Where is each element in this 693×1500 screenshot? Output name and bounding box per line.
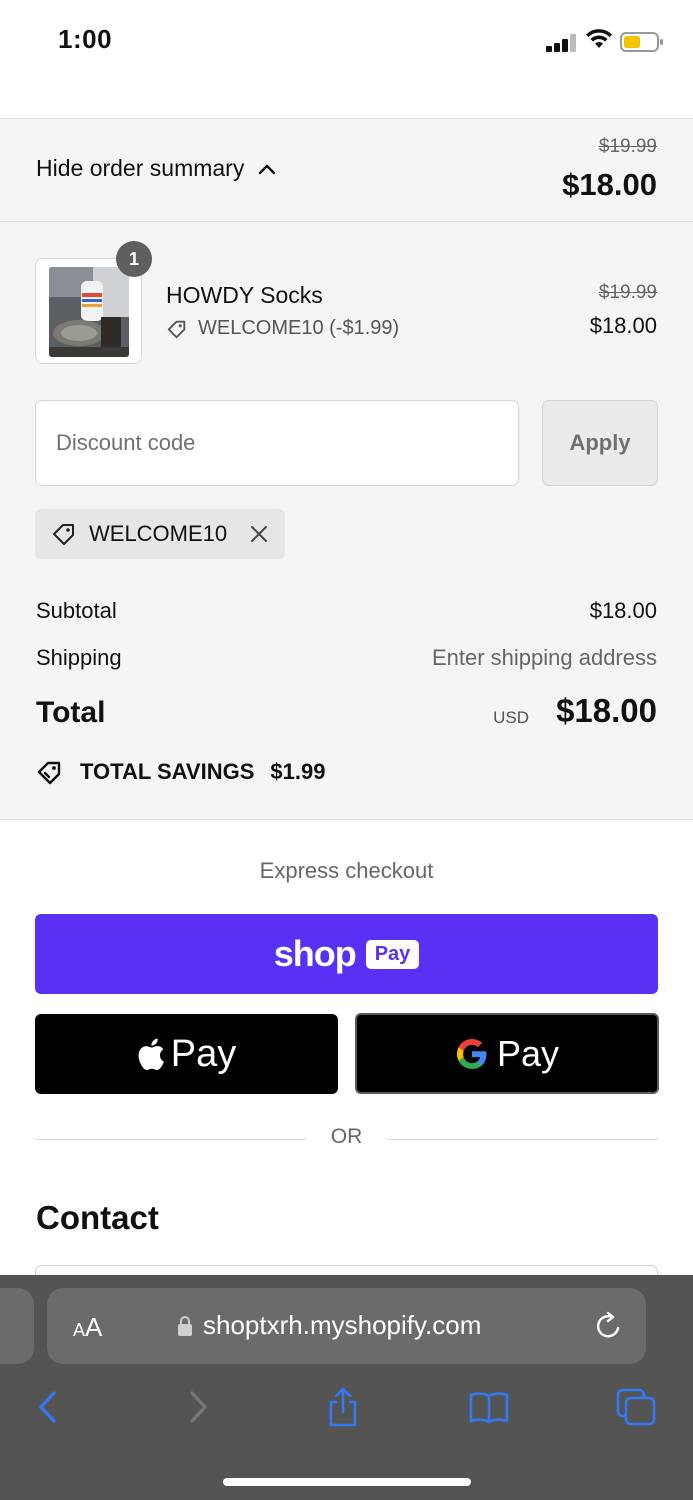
hide-order-summary-toggle[interactable]: Hide order summary	[36, 155, 276, 182]
chevron-left-icon	[39, 1391, 56, 1423]
or-label: OR	[330, 1125, 363, 1148]
reader-aa-button[interactable]: AA	[73, 1312, 102, 1343]
chevron-right-icon	[190, 1391, 207, 1423]
product-name: HOWDY Socks	[166, 282, 323, 308]
quantity-badge: 1	[116, 241, 152, 277]
close-icon	[251, 526, 268, 542]
chevron-up-icon	[259, 164, 276, 174]
total-value: $18.00	[556, 692, 657, 729]
google-g-logo-icon	[456, 1038, 487, 1069]
forward-button[interactable]	[176, 1385, 220, 1429]
product-discount: WELCOME10 (-$1.99)	[166, 317, 399, 340]
product-image	[49, 267, 129, 357]
contact-heading: Contact	[36, 1199, 159, 1236]
google-pay-label: Pay	[496, 1032, 560, 1074]
book-icon	[469, 1392, 509, 1424]
summary-toggle-label: Hide order summary	[36, 155, 245, 181]
tag-icon	[167, 320, 186, 338]
total-savings: TOTAL SAVINGS $1.99	[36, 758, 325, 786]
previous-tab-preview[interactable]	[0, 1288, 34, 1364]
remove-discount-button[interactable]	[249, 524, 269, 544]
total-currency: USD	[493, 708, 529, 727]
home-indicator	[223, 1478, 471, 1486]
url-text: shoptxrh.myshopify.com	[203, 1310, 482, 1340]
express-checkout-label: Express checkout	[259, 858, 434, 883]
shop-pay-button[interactable]: shop Pay	[35, 914, 658, 994]
shop-pay-wordmark: shop	[273, 933, 357, 974]
product-original-price: $19.99	[598, 282, 657, 303]
product-price: $18.00	[589, 313, 657, 338]
address-bar[interactable]: AA shoptxrh.myshopify.com	[47, 1288, 646, 1364]
battery-icon	[620, 32, 663, 52]
subtotal-label: Subtotal	[36, 598, 117, 623]
apple-pay-button[interactable]: Pay	[35, 1014, 338, 1094]
applied-discount-tag: WELCOME10	[35, 509, 285, 559]
aa-large-label: A	[85, 1312, 103, 1342]
total-label: Total	[36, 696, 106, 729]
lock-icon	[178, 1315, 192, 1336]
apple-logo-icon	[138, 1038, 164, 1071]
apply-discount-button[interactable]: Apply	[542, 400, 658, 486]
tag-icon	[51, 521, 77, 547]
google-pay-button[interactable]: Pay	[355, 1013, 659, 1094]
or-divider: OR	[35, 1125, 658, 1155]
share-icon	[329, 1387, 357, 1427]
tabs-button[interactable]	[614, 1385, 658, 1429]
apple-pay-label: Pay	[170, 1032, 237, 1075]
status-bar: 1:00	[0, 0, 693, 118]
cellular-signal-icon	[546, 34, 578, 52]
total-savings-label: TOTAL SAVINGS	[80, 759, 255, 784]
total-savings-value: $1.99	[270, 759, 326, 784]
share-button[interactable]	[321, 1385, 365, 1429]
url-display[interactable]: shoptxrh.myshopify.com	[177, 1310, 481, 1341]
discount-code-input[interactable]	[35, 400, 519, 486]
reload-icon[interactable]	[594, 1310, 624, 1342]
applied-discount-code: WELCOME10	[89, 521, 228, 546]
order-summary-panel: 1 HOWDY Socks WELCOME10 (-$1.99) $19.99 …	[0, 222, 693, 820]
product-thumbnail: 1	[35, 241, 152, 364]
wifi-icon	[586, 29, 612, 48]
tabs-icon	[616, 1388, 656, 1426]
shipping-value: Enter shipping address	[431, 645, 657, 670]
order-summary-bar: Hide order summary $19.99 $18.00	[0, 118, 693, 222]
subtotal-value: $18.00	[589, 598, 657, 623]
shipping-label: Shipping	[36, 645, 122, 670]
shop-pay-badge: Pay	[365, 939, 420, 969]
aa-small-label: A	[73, 1320, 86, 1340]
status-time: 1:00	[58, 24, 113, 54]
bookmarks-button[interactable]	[467, 1385, 511, 1429]
browser-toolbar: AA shoptxrh.myshopify.com	[0, 1275, 693, 1500]
summary-total: $18.00	[562, 167, 657, 202]
back-button[interactable]	[26, 1385, 70, 1429]
product-discount-label: WELCOME10 (-$1.99)	[198, 317, 400, 339]
summary-original-total: $19.99	[598, 136, 657, 157]
savings-tag-icon	[37, 761, 61, 785]
